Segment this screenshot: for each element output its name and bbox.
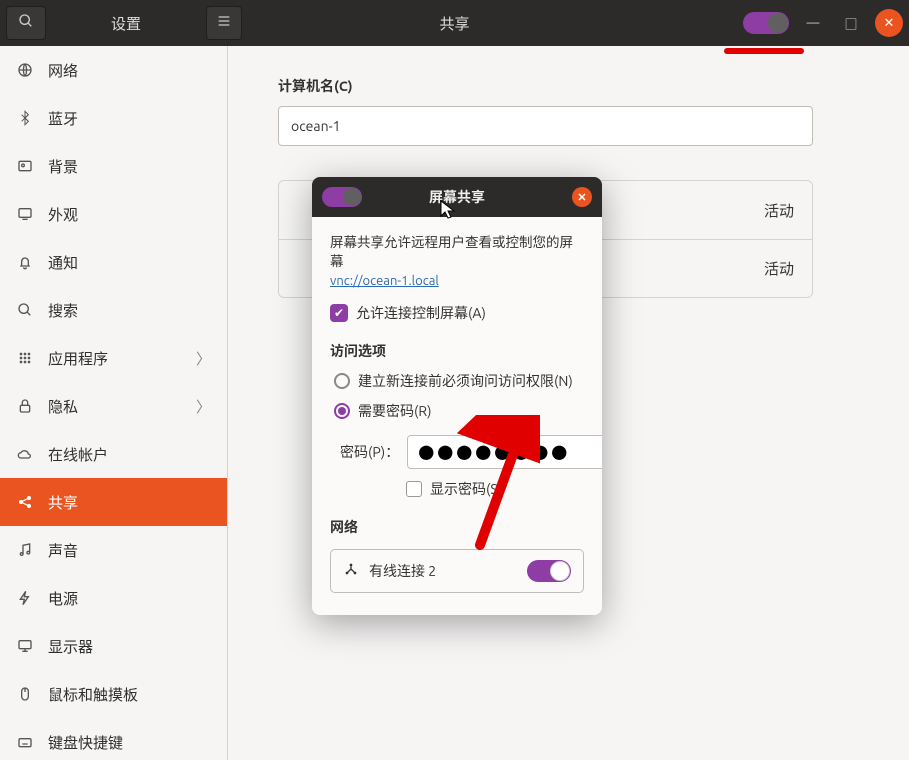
radio-label: 建立新连接前必须询问访问权限(N): [358, 371, 573, 391]
sidebar-item-keyboard[interactable]: 键盘快捷键: [0, 718, 227, 760]
display-icon: [16, 637, 34, 655]
sidebar-item-search[interactable]: 搜索: [0, 286, 227, 334]
password-label: 密码(P)：: [340, 442, 399, 462]
dialog-header: 屏幕共享 ✕: [312, 177, 602, 217]
share-row-status: 活动: [764, 258, 794, 279]
appearance-icon: [16, 205, 34, 223]
sidebar-item-privacy[interactable]: 隐私 〉: [0, 382, 227, 430]
sidebar-item-label: 背景: [48, 156, 78, 177]
cloud-icon: [16, 445, 34, 463]
sidebar-item-power[interactable]: 电源: [0, 574, 227, 622]
access-options-title: 访问选项: [330, 341, 584, 361]
header-search-button[interactable]: [6, 6, 46, 40]
power-icon: [16, 589, 34, 607]
sidebar-item-label: 通知: [48, 252, 78, 273]
sidebar-item-label: 搜索: [48, 300, 78, 321]
show-password-label: 显示密码(S): [430, 479, 502, 499]
hamburger-icon: [216, 13, 232, 33]
checkbox-icon-checked: ✔: [330, 304, 348, 322]
sidebar-item-label: 应用程序: [48, 348, 108, 369]
sidebar-item-label: 隐私: [48, 396, 78, 417]
sharing-master-toggle[interactable]: [743, 12, 789, 34]
mouse-icon: [16, 685, 34, 703]
sidebar-item-label: 键盘快捷键: [48, 732, 123, 753]
sidebar-item-appearance[interactable]: 外观: [0, 190, 227, 238]
sidebar-item-label: 鼠标和触摸板: [48, 684, 138, 705]
bluetooth-icon: [16, 109, 34, 127]
sidebar-item-label: 网络: [48, 60, 78, 81]
computer-name-label: 计算机名(C): [278, 76, 859, 96]
header-right: — □ ✕: [743, 9, 903, 37]
sidebar-item-bluetooth[interactable]: 蓝牙: [0, 94, 227, 142]
computer-name-input[interactable]: [278, 106, 813, 146]
screen-sharing-toggle[interactable]: [322, 187, 362, 207]
apps-icon: [16, 349, 34, 367]
radio-label: 需要密码(R): [358, 401, 432, 421]
page-title: 共享: [439, 13, 469, 34]
dialog-description: 屏幕共享允许远程用户查看或控制您的屏幕: [330, 233, 584, 271]
sidebar-item-background[interactable]: 背景: [0, 142, 227, 190]
minimize-button[interactable]: —: [799, 9, 827, 37]
sidebar-item-displays[interactable]: 显示器: [0, 622, 227, 670]
hamburger-button[interactable]: [206, 6, 242, 40]
globe-icon: [16, 61, 34, 79]
radio-icon: [334, 373, 350, 389]
lock-icon: [16, 397, 34, 415]
allow-connection-label: 允许连接控制屏幕(A): [356, 303, 486, 323]
close-button[interactable]: ✕: [875, 9, 903, 37]
chevron-right-icon: 〉: [196, 396, 211, 417]
network-row: 有线连接 2: [330, 549, 584, 593]
sidebar-item-label: 声音: [48, 540, 78, 561]
search-icon: [16, 301, 34, 319]
sidebar-item-sound[interactable]: 声音: [0, 526, 227, 574]
dialog-close-button[interactable]: ✕: [572, 187, 592, 207]
radio-require-password[interactable]: 需要密码(R): [330, 401, 584, 421]
sidebar-item-label: 共享: [48, 492, 78, 513]
vnc-link[interactable]: vnc://ocean-1.local: [330, 274, 439, 288]
radio-icon-checked: [334, 403, 350, 419]
allow-connection-checkbox-row[interactable]: ✔ 允许连接控制屏幕(A): [330, 303, 584, 323]
sidebar-item-apps[interactable]: 应用程序 〉: [0, 334, 227, 382]
bell-icon: [16, 253, 34, 271]
background-icon: [16, 157, 34, 175]
header-bar: 设置 共享 — □ ✕: [0, 0, 909, 46]
network-toggle[interactable]: [527, 560, 571, 582]
sidebar-item-label: 电源: [48, 588, 78, 609]
checkbox-icon: [406, 481, 422, 497]
sidebar: 网络 蓝牙 背景 外观 通知 搜索 应用程序 〉 隐私: [0, 46, 228, 760]
share-icon: [16, 493, 34, 511]
network-name: 有线连接 2: [369, 561, 436, 581]
sidebar-item-label: 蓝牙: [48, 108, 78, 129]
sidebar-item-label: 外观: [48, 204, 78, 225]
radio-ask-permission[interactable]: 建立新连接前必须询问访问权限(N): [330, 371, 584, 391]
sidebar-item-online-accounts[interactable]: 在线帐户: [0, 430, 227, 478]
sidebar-item-notifications[interactable]: 通知: [0, 238, 227, 286]
close-icon: ✕: [577, 191, 586, 204]
maximize-button[interactable]: □: [837, 9, 865, 37]
dialog-body: 屏幕共享允许远程用户查看或控制您的屏幕 vnc://ocean-1.local …: [312, 217, 602, 615]
share-row-status: 活动: [764, 200, 794, 221]
wired-icon: [343, 561, 359, 580]
screen-sharing-dialog: 屏幕共享 ✕ 屏幕共享允许远程用户查看或控制您的屏幕 vnc://ocean-1…: [312, 177, 602, 615]
search-icon: [18, 13, 34, 33]
chevron-right-icon: 〉: [196, 348, 211, 369]
networks-title: 网络: [330, 517, 584, 537]
show-password-checkbox-row[interactable]: 显示密码(S): [330, 479, 584, 499]
sidebar-item-mouse[interactable]: 鼠标和触摸板: [0, 670, 227, 718]
sidebar-item-label: 在线帐户: [48, 444, 108, 465]
header-left: 设置: [0, 6, 242, 40]
sidebar-item-label: 显示器: [48, 636, 93, 657]
sidebar-item-sharing[interactable]: 共享: [0, 478, 227, 526]
dialog-title: 屏幕共享: [429, 187, 485, 207]
music-icon: [16, 541, 34, 559]
settings-title: 设置: [46, 13, 206, 34]
password-row: 密码(P)：: [330, 435, 584, 469]
network-left: 有线连接 2: [343, 561, 436, 581]
password-input[interactable]: [407, 435, 602, 469]
sidebar-item-network[interactable]: 网络: [0, 46, 227, 94]
keyboard-icon: [16, 733, 34, 751]
